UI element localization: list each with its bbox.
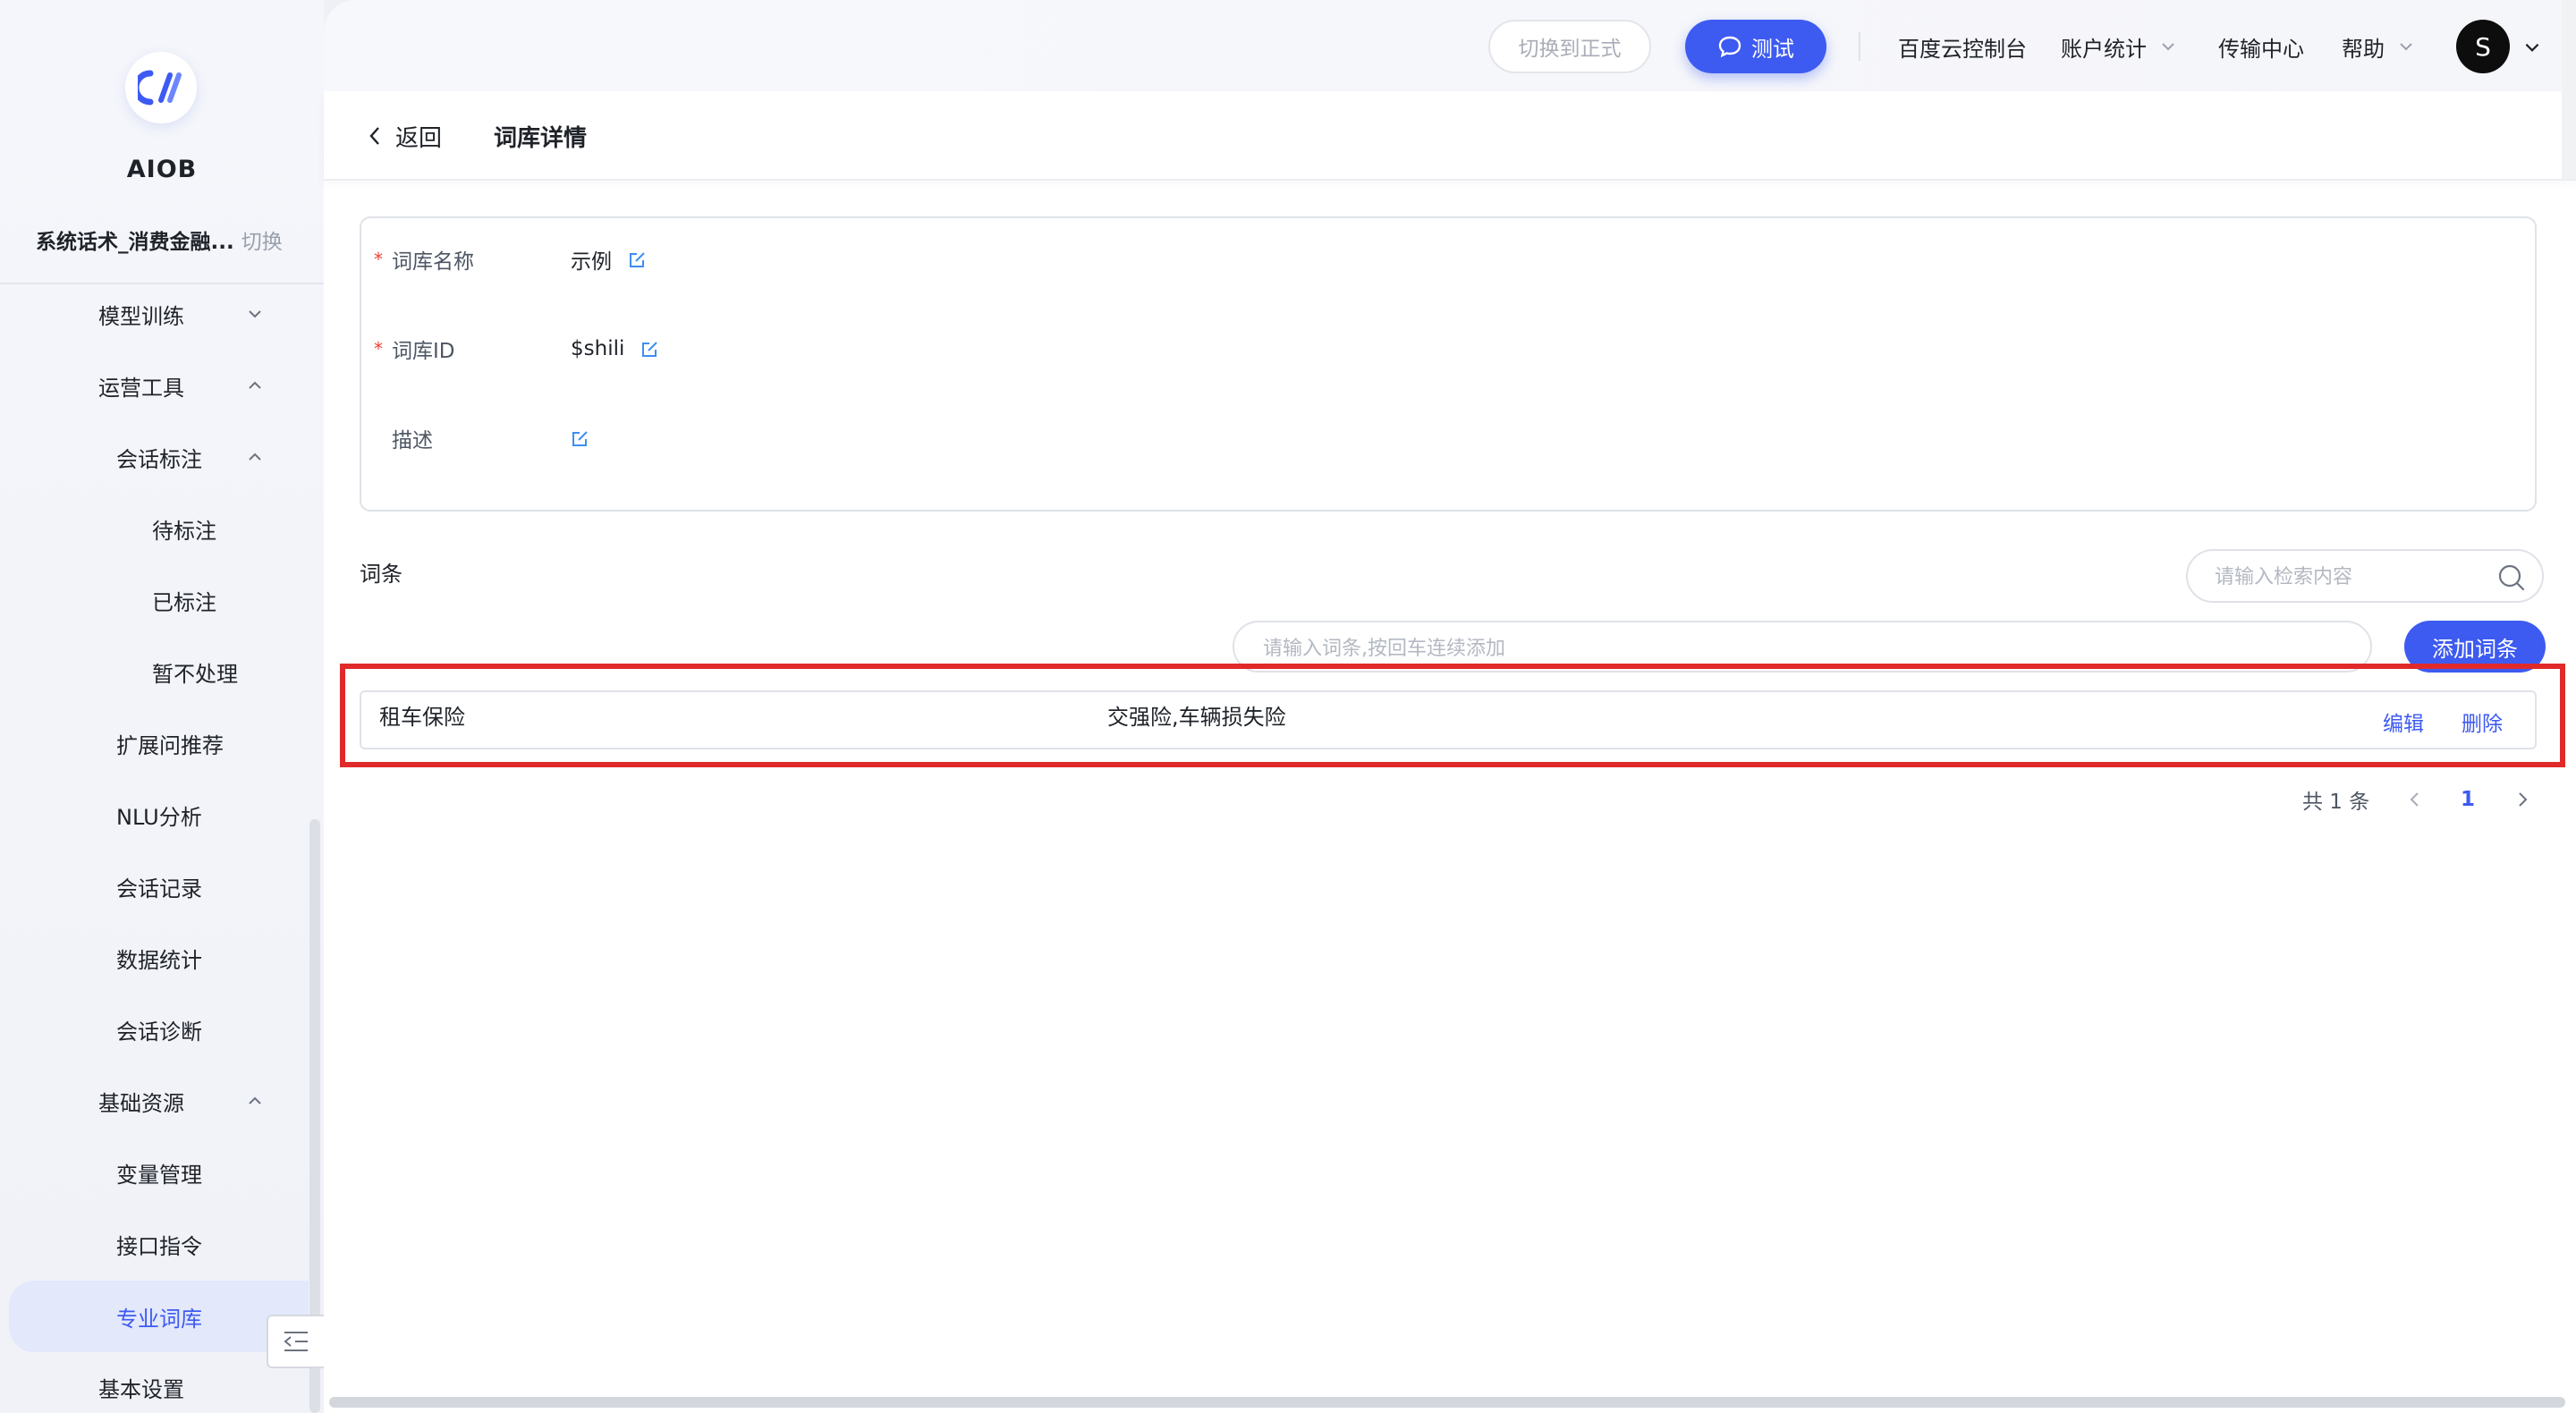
sidebar-item-base-resources[interactable]: 基础资源 bbox=[0, 1076, 309, 1126]
help-menu[interactable]: 帮助 bbox=[2342, 27, 2415, 66]
sidebar-item-ops-tools[interactable]: 运营工具 bbox=[0, 360, 309, 410]
sidebar-item-label: 待标注 bbox=[152, 518, 216, 544]
sidebar-item-nlu-analysis[interactable]: NLU分析 bbox=[0, 790, 309, 840]
collapse-icon bbox=[284, 1332, 308, 1351]
sidebar-collapse-button[interactable] bbox=[267, 1315, 324, 1368]
page-number-current[interactable]: 1 bbox=[2454, 782, 2481, 817]
sidebar-item-label: 会话诊断 bbox=[116, 1019, 202, 1045]
sidebar-item-label: 扩展问推荐 bbox=[116, 732, 224, 758]
switch-to-production-button[interactable]: 切换到正式 bbox=[1488, 20, 1651, 73]
lexicon-id-field: * 词库ID $shili bbox=[374, 331, 660, 367]
sidebar-item-label: 数据统计 bbox=[116, 947, 202, 973]
edit-icon[interactable] bbox=[640, 339, 660, 359]
workspace-switch-link[interactable]: 切换 bbox=[242, 224, 283, 255]
highlight-annotation bbox=[340, 664, 2565, 767]
next-page-icon[interactable] bbox=[2512, 789, 2533, 810]
sidebar-item-label: 基础资源 bbox=[98, 1090, 184, 1116]
topbar-link-label: 传输中心 bbox=[2218, 36, 2304, 62]
entry-search-box bbox=[2186, 549, 2544, 603]
sidebar-item-label: 专业词库 bbox=[116, 1306, 202, 1332]
field-label: 词库ID bbox=[392, 340, 455, 363]
lexicon-name-field: * 词库名称 示例 bbox=[374, 241, 648, 277]
sidebar-item-session-records[interactable]: 会话记录 bbox=[0, 861, 309, 911]
sidebar-item-skip[interactable]: 暂不处理 bbox=[0, 647, 309, 697]
sidebar-item-lexicon[interactable]: 专业词库 bbox=[9, 1281, 309, 1352]
sidebar-item-label: 暂不处理 bbox=[152, 661, 238, 687]
account-stats-menu[interactable]: 账户统计 bbox=[2061, 27, 2177, 66]
workspace-selector: 系统话术_消费金融... 切换 bbox=[36, 222, 304, 258]
page-title: 词库详情 bbox=[494, 124, 588, 152]
lexicon-description-field: 描述 bbox=[374, 420, 590, 456]
prev-page-icon[interactable] bbox=[2404, 789, 2426, 810]
topbar-link-label: 百度云控制台 bbox=[1898, 36, 2027, 62]
page-header: 返回 词库详情 bbox=[324, 91, 2576, 181]
logo-icon bbox=[138, 70, 182, 106]
entries-section-label: 词条 bbox=[360, 562, 402, 587]
test-button-label: 测试 bbox=[1751, 36, 1794, 62]
topbar-link-label: 账户统计 bbox=[2061, 36, 2147, 62]
sidebar-item-label: 已标注 bbox=[152, 589, 216, 615]
edit-icon[interactable] bbox=[628, 250, 648, 269]
sidebar-item-label: NLU分析 bbox=[116, 804, 202, 830]
edit-icon[interactable] bbox=[571, 428, 590, 448]
topbar-link-label: 帮助 bbox=[2342, 36, 2385, 62]
required-marker: * bbox=[374, 338, 383, 360]
chevron-up-icon bbox=[249, 381, 261, 389]
sidebar-item-api-commands[interactable]: 接口指令 bbox=[0, 1219, 309, 1269]
required-marker: * bbox=[374, 249, 383, 270]
chevron-down-icon bbox=[2162, 43, 2174, 51]
sidebar-item-session-annotation[interactable]: 会话标注 bbox=[0, 432, 309, 482]
sidebar-item-annotated[interactable]: 已标注 bbox=[0, 575, 309, 625]
transfer-center-link[interactable]: 传输中心 bbox=[2218, 27, 2304, 66]
chevron-down-icon bbox=[249, 310, 261, 318]
chat-bubble-icon bbox=[1718, 36, 1741, 58]
brand-name: AIOB bbox=[126, 156, 198, 183]
baidu-cloud-console-link[interactable]: 百度云控制台 bbox=[1898, 27, 2027, 66]
main-vertical-scrollbar[interactable] bbox=[2562, 0, 2576, 179]
pagination-total: 共 1 条 bbox=[2302, 791, 2370, 814]
field-value: 示例 bbox=[571, 250, 612, 274]
sidebar-item-pending[interactable]: 待标注 bbox=[0, 503, 309, 554]
field-label: 词库名称 bbox=[392, 250, 474, 274]
entry-search-input[interactable] bbox=[2215, 562, 2483, 592]
sidebar-item-model-training[interactable]: 模型训练 bbox=[0, 289, 309, 339]
aiob-logo[interactable] bbox=[125, 52, 197, 123]
add-entry-input[interactable] bbox=[1263, 633, 2336, 664]
back-label: 返回 bbox=[395, 124, 443, 152]
sidebar-item-label: 模型训练 bbox=[98, 303, 184, 329]
search-icon[interactable] bbox=[2497, 563, 2526, 592]
top-bar: 切换到正式 测试 百度云控制台 账户统计 传输中心 帮助 S bbox=[324, 0, 2576, 91]
main-horizontal-scrollbar[interactable] bbox=[329, 1397, 2565, 1408]
sidebar-item-label: 运营工具 bbox=[98, 375, 184, 401]
test-button[interactable]: 测试 bbox=[1685, 20, 1826, 73]
sidebar-item-variables[interactable]: 变量管理 bbox=[0, 1147, 309, 1197]
sidebar-item-statistics[interactable]: 数据统计 bbox=[0, 933, 309, 983]
sidebar-item-question-recommend[interactable]: 扩展问推荐 bbox=[0, 718, 309, 768]
sidebar-item-label: 会话标注 bbox=[116, 446, 202, 472]
sidebar-item-basic-settings[interactable]: 基本设置 bbox=[0, 1362, 309, 1412]
sidebar-item-session-diagnosis[interactable]: 会话诊断 bbox=[0, 1004, 309, 1054]
lexicon-info-card: * 词库名称 示例 * 词库ID $shili 描述 bbox=[360, 216, 2537, 512]
field-value: $shili bbox=[571, 337, 625, 360]
sidebar-item-label: 变量管理 bbox=[116, 1162, 202, 1188]
chevron-left-icon bbox=[369, 127, 379, 145]
field-label: 描述 bbox=[392, 429, 433, 453]
workspace-name: 系统话术_消费金融... bbox=[36, 231, 234, 254]
chevron-up-icon bbox=[249, 1096, 261, 1104]
sidebar-item-label: 会话记录 bbox=[116, 876, 202, 901]
topbar-divider bbox=[1859, 32, 1860, 61]
sidebar-item-label: 基本设置 bbox=[98, 1376, 184, 1402]
sidebar-divider bbox=[0, 283, 324, 284]
back-button[interactable]: 返回 bbox=[367, 116, 442, 156]
chevron-up-icon bbox=[249, 453, 261, 461]
sidebar: AIOB 系统话术_消费金融... 切换 模型训练 运营工具 会话标注 待标注 … bbox=[0, 0, 324, 1413]
main-panel: 切换到正式 测试 百度云控制台 账户统计 传输中心 帮助 S 返回 词库详情 *… bbox=[324, 0, 2576, 1413]
sidebar-item-label: 接口指令 bbox=[116, 1233, 202, 1259]
chevron-down-icon[interactable] bbox=[2522, 38, 2542, 57]
user-avatar[interactable]: S bbox=[2456, 20, 2510, 73]
chevron-down-icon bbox=[2400, 43, 2412, 51]
